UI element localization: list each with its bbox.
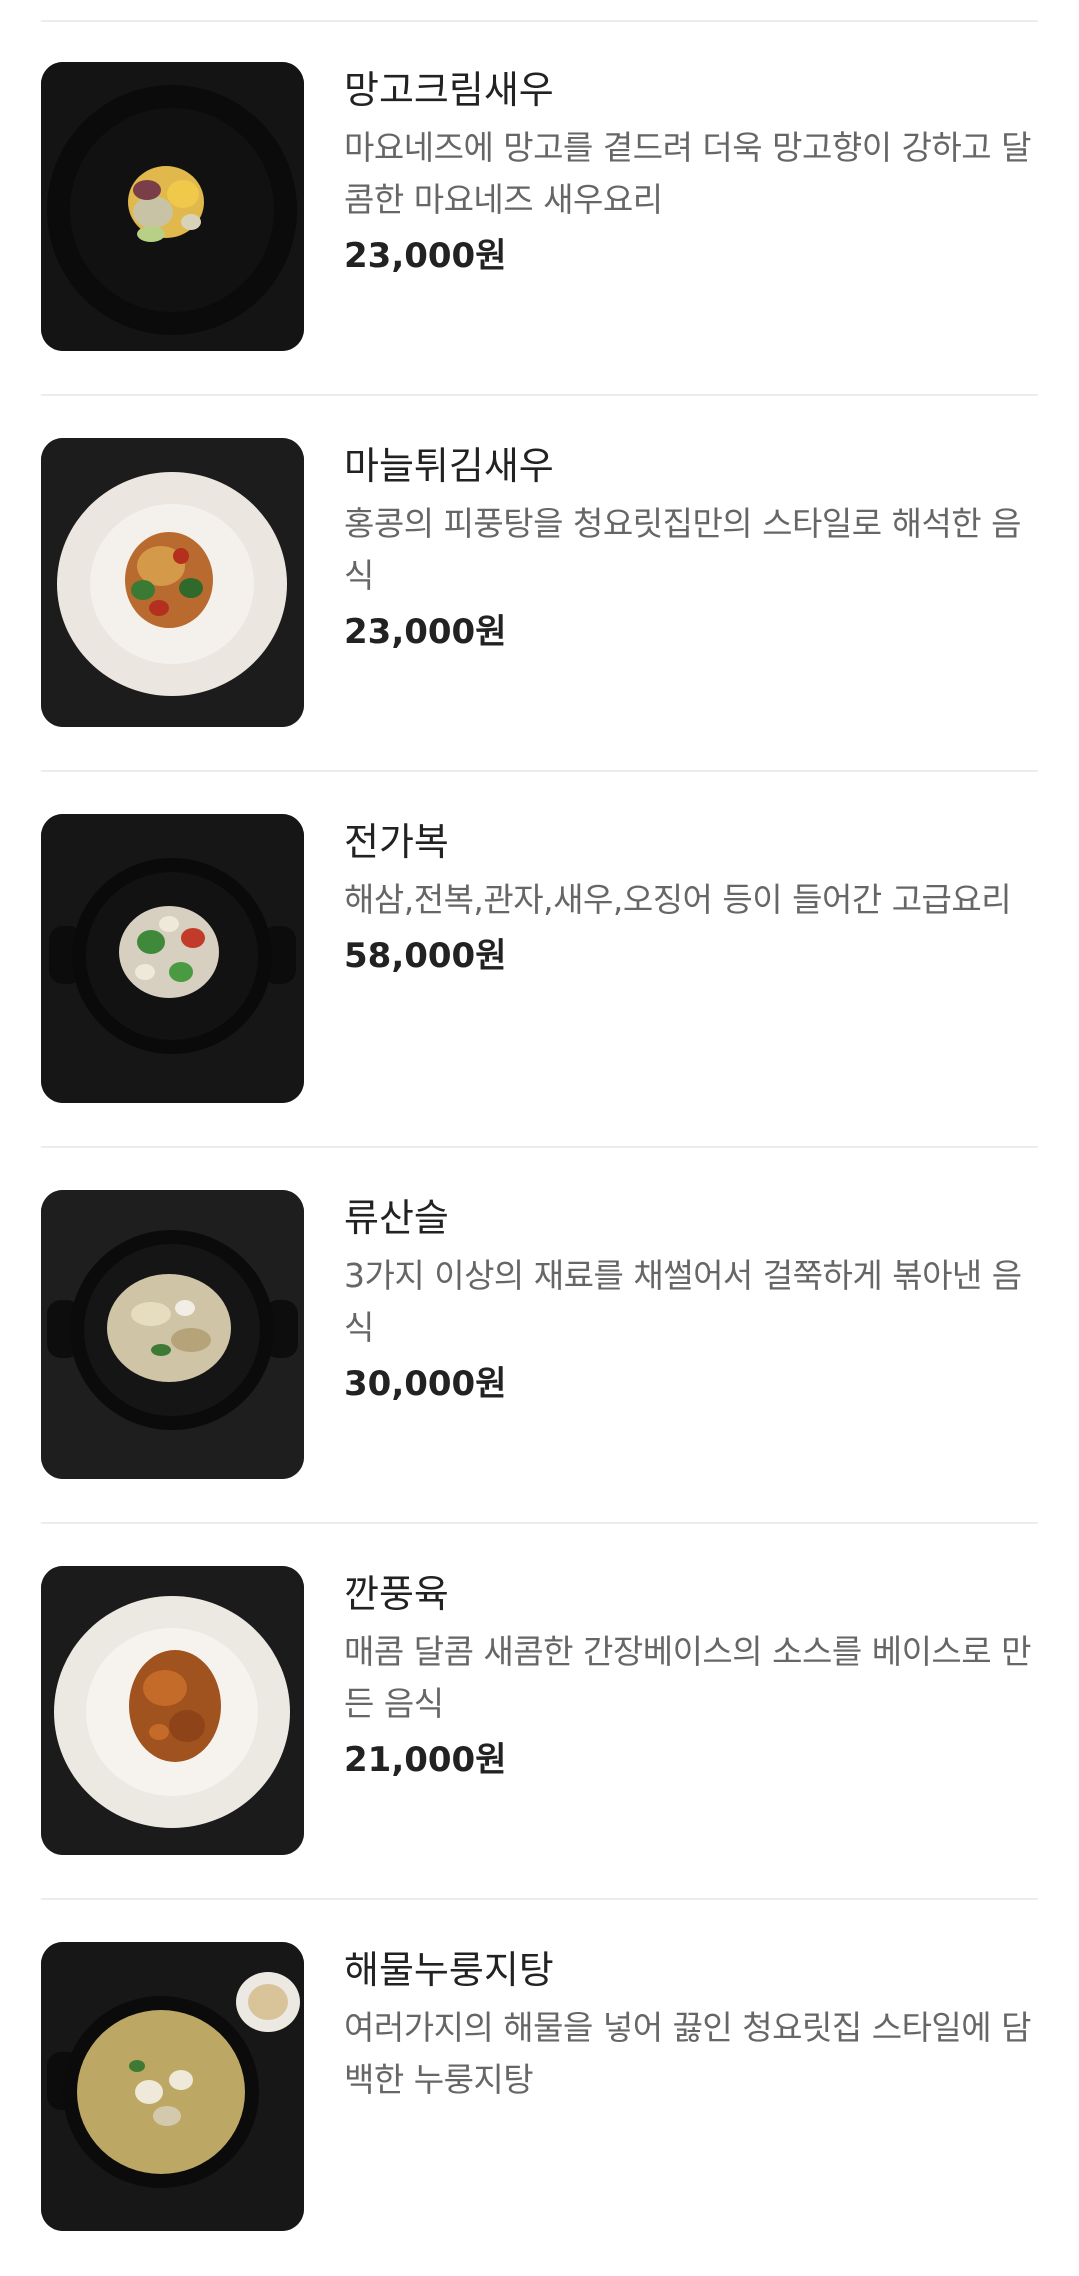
menu-item-description: 여러가지의 해물을 넣어 끓인 청요릿집 스타일에 담백한 누룽지탕	[344, 2008, 1032, 2099]
menu-item-price: 30,000원	[344, 1364, 507, 1404]
menu-item-info: 마늘튀김새우 홍콩의 피풍탕을 청요릿집만의 스타일로 해석한 음식 23,00…	[344, 440, 1038, 658]
menu-item-price: 23,000원	[344, 612, 507, 652]
menu-item-info: 깐풍육 매콤 달콤 새콤한 간장베이스의 소스를 베이스로 만든 음식 21,0…	[344, 1568, 1038, 1786]
food-photo-icon	[41, 438, 304, 727]
food-photo-icon	[41, 1190, 304, 1479]
food-photo-icon	[41, 1566, 304, 1855]
menu-item-name: 깐풍육	[344, 1572, 449, 1616]
food-photo-icon	[41, 62, 304, 351]
menu-item-name: 망고크림새우	[344, 68, 554, 112]
menu-item-name: 마늘튀김새우	[344, 444, 554, 488]
menu-item[interactable]: 해물누룽지탕 여러가지의 해물을 넣어 끓인 청요릿집 스타일에 담백한 누룽지…	[41, 1900, 1038, 2276]
menu-item[interactable]: 류산슬 3가지 이상의 재료를 채썰어서 걸쭉하게 볶아낸 음식 30,000원	[41, 1148, 1038, 1524]
menu-item-description: 매콤 달콤 새콤한 간장베이스의 소스를 베이스로 만든 음식	[344, 1632, 1032, 1723]
menu-item-info: 해물누룽지탕 여러가지의 해물을 넣어 끓인 청요릿집 스타일에 담백한 누룽지…	[344, 1944, 1038, 2110]
menu-item-description: 3가지 이상의 재료를 채썰어서 걸쭉하게 볶아낸 음식	[344, 1256, 1022, 1347]
menu-item-price: 21,000원	[344, 1740, 507, 1780]
food-photo-icon	[41, 814, 304, 1103]
menu-item-price: 23,000원	[344, 236, 507, 276]
menu-item-info: 류산슬 3가지 이상의 재료를 채썰어서 걸쭉하게 볶아낸 음식 30,000원	[344, 1192, 1038, 1410]
menu-item-name: 해물누룽지탕	[344, 1948, 554, 1992]
menu-item[interactable]: 전가복 해삼,전복,관자,새우,오징어 등이 들어간 고급요리 58,000원	[41, 772, 1038, 1148]
menu-item[interactable]: 망고크림새우 마요네즈에 망고를 곁드려 더욱 망고향이 강하고 달콤한 마요네…	[41, 20, 1038, 396]
menu-item-name: 류산슬	[344, 1196, 449, 1240]
menu-item-info: 망고크림새우 마요네즈에 망고를 곁드려 더욱 망고향이 강하고 달콤한 마요네…	[344, 64, 1038, 282]
menu-item-description: 홍콩의 피풍탕을 청요릿집만의 스타일로 해석한 음식	[344, 504, 1022, 595]
menu-item[interactable]: 마늘튀김새우 홍콩의 피풍탕을 청요릿집만의 스타일로 해석한 음식 23,00…	[41, 396, 1038, 772]
menu-item-info: 전가복 해삼,전복,관자,새우,오징어 등이 들어간 고급요리 58,000원	[344, 816, 1038, 982]
menu-item[interactable]: 깐풍육 매콤 달콤 새콤한 간장베이스의 소스를 베이스로 만든 음식 21,0…	[41, 1524, 1038, 1900]
menu-item-price: 58,000원	[344, 936, 507, 976]
menu-item-description: 마요네즈에 망고를 곁드려 더욱 망고향이 강하고 달콤한 마요네즈 새우요리	[344, 128, 1032, 219]
menu-item-name: 전가복	[344, 820, 449, 864]
menu-item-description: 해삼,전복,관자,새우,오징어 등이 들어간 고급요리	[344, 880, 1012, 919]
food-photo-icon	[41, 1942, 304, 2231]
